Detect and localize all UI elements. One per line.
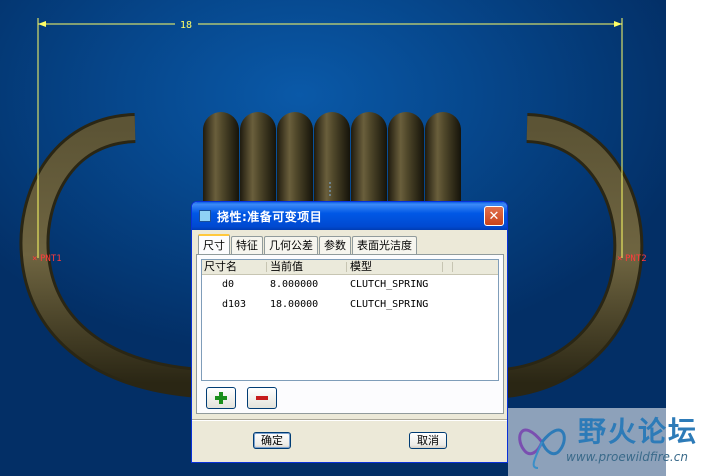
add-button[interactable] bbox=[206, 387, 236, 409]
svg-text:×: × bbox=[32, 254, 37, 264]
point-label-left: PNT1 bbox=[40, 254, 62, 264]
table-row[interactable]: d0 8.000000 CLUTCH_SPRING bbox=[202, 275, 498, 295]
tab-bar: 尺寸 特征 几何公差 参数 表面光洁度 bbox=[198, 234, 418, 256]
tab-surface-finish[interactable]: 表面光洁度 bbox=[352, 236, 417, 255]
dimension-model: CLUTCH_SPRING bbox=[350, 279, 429, 290]
divider bbox=[192, 419, 507, 421]
tab-dimensions[interactable]: 尺寸 bbox=[198, 234, 230, 256]
watermark: 野火论坛 www.proewildfire.cn bbox=[508, 408, 720, 476]
butterfly-logo-icon bbox=[518, 428, 566, 469]
close-button[interactable]: ✕ bbox=[484, 206, 504, 226]
plus-icon bbox=[215, 392, 227, 404]
list-header: 尺寸名 当前值 模型 bbox=[202, 260, 498, 275]
dimension-value: 18.00000 bbox=[270, 299, 319, 310]
tab-features[interactable]: 特征 bbox=[231, 236, 263, 255]
ok-button[interactable]: 确定 bbox=[253, 432, 291, 449]
tab-panel: 尺寸名 当前值 模型 d0 8.000000 CLUTCH_SPRING d10… bbox=[196, 254, 504, 414]
dimension-list[interactable]: 尺寸名 当前值 模型 d0 8.000000 CLUTCH_SPRING d10… bbox=[201, 259, 499, 381]
dimension-name: d103 bbox=[222, 299, 247, 310]
datum-point-left: × PNT1 bbox=[32, 254, 62, 264]
table-row[interactable]: d103 18.00000 CLUTCH_SPRING bbox=[202, 295, 498, 315]
cancel-button[interactable]: 取消 bbox=[409, 432, 447, 449]
dialog-titlebar[interactable]: 挠性:准备可变项目 bbox=[192, 202, 507, 230]
close-icon: ✕ bbox=[488, 208, 500, 224]
watermark-url: www.proewildfire.cn bbox=[566, 450, 688, 464]
tab-parameters[interactable]: 参数 bbox=[319, 236, 351, 255]
dimension-model: CLUTCH_SPRING bbox=[350, 299, 429, 310]
watermark-title: 野火论坛 bbox=[578, 415, 699, 448]
dimension-value: 18 bbox=[180, 20, 192, 31]
dialog-title: 挠性:准备可变项目 bbox=[217, 209, 323, 224]
column-header-model[interactable]: 模型 bbox=[350, 260, 372, 274]
datum-point-right: × PNT2 bbox=[617, 254, 647, 264]
dimension-name: d0 bbox=[222, 279, 235, 290]
remove-button[interactable] bbox=[247, 387, 277, 409]
column-header-name[interactable]: 尺寸名 bbox=[204, 260, 237, 274]
flexibility-dialog: 挠性:准备可变项目 ✕ 尺寸 特征 几何公差 参数 表面光洁度 尺寸名 当前值 … bbox=[191, 201, 508, 463]
right-margin bbox=[666, 0, 720, 476]
minus-icon bbox=[256, 396, 268, 400]
point-label-right: PNT2 bbox=[625, 254, 647, 264]
dimension-value: 8.000000 bbox=[270, 279, 319, 290]
tab-gtol[interactable]: 几何公差 bbox=[264, 236, 318, 255]
column-header-value[interactable]: 当前值 bbox=[270, 260, 303, 274]
window-icon bbox=[199, 210, 211, 222]
svg-text:×: × bbox=[617, 254, 622, 264]
